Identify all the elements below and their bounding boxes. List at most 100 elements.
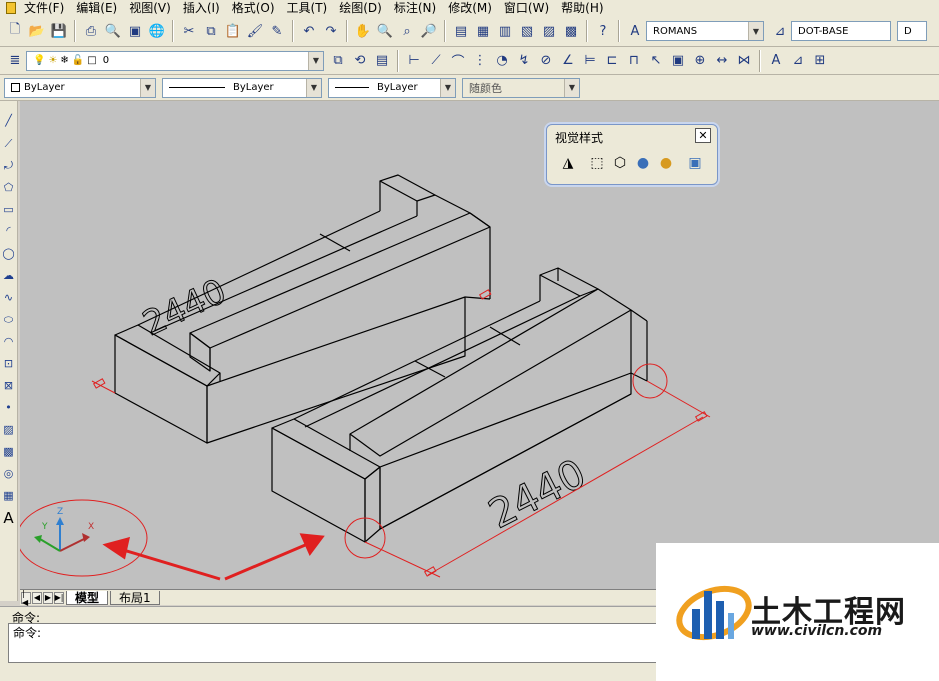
linetype-select[interactable]: ByLayer ▼ (162, 77, 322, 98)
baseline-dim-icon[interactable]: ⊏ (602, 51, 622, 71)
conceptual-icon[interactable]: ● (655, 152, 677, 174)
dimension-style-select[interactable]: DOT-BASE (791, 21, 891, 41)
construction-line-icon[interactable]: ⟋ (1, 136, 16, 151)
menu-insert[interactable]: 插入(I) (183, 0, 220, 16)
polygon-icon[interactable]: ⬠ (1, 180, 16, 195)
calculator-icon[interactable]: ▩ (561, 21, 581, 41)
markup-icon[interactable]: ▨ (539, 21, 559, 41)
ellipse-arc-icon[interactable]: ◠ (1, 334, 16, 349)
print-icon[interactable]: ⎙ (81, 21, 101, 41)
make-block-icon[interactable]: ⊠ (1, 378, 16, 393)
menu-modify[interactable]: 修改(M) (448, 0, 492, 16)
gradient-icon[interactable]: ▩ (1, 444, 16, 459)
last-tab-icon[interactable]: ▶| (54, 591, 64, 604)
layer-select[interactable]: 💡 ☀ ❄ 🔓 □ 0 ▼ (26, 50, 324, 71)
insert-block-icon[interactable]: ⊡ (1, 356, 16, 371)
tolerance-icon[interactable]: ▣ (668, 51, 688, 71)
realistic-icon[interactable]: ● (632, 152, 654, 174)
color-select[interactable]: ByLayer ▼ (4, 77, 156, 98)
pan-icon[interactable]: ✋ (353, 21, 373, 41)
table-style-select[interactable]: D (897, 21, 927, 41)
new-file-icon[interactable]: 🗋 (5, 21, 25, 41)
ordinate-dim-icon[interactable]: ⋮ (470, 51, 490, 71)
hatch-icon[interactable]: ▨ (1, 422, 16, 437)
zoom-realtime-icon[interactable]: 🔍 (375, 21, 395, 41)
menu-file[interactable]: 文件(F) (24, 0, 64, 16)
match-properties-icon[interactable]: 🖌 (245, 21, 265, 41)
arc-length-icon[interactable]: ⌒ (448, 51, 468, 71)
leader-icon[interactable]: ↖ (646, 51, 666, 71)
plot-style-select[interactable]: 随颜色 ▼ (462, 77, 580, 98)
copy-icon[interactable]: ⧉ (201, 21, 221, 41)
dim-update-icon[interactable]: A (766, 51, 786, 71)
radius-dim-icon[interactable]: ◔ (492, 51, 512, 71)
properties-icon[interactable]: ▤ (451, 21, 471, 41)
publish-icon[interactable]: ▣ (125, 21, 145, 41)
layer-states-icon[interactable]: ▤ (372, 51, 392, 71)
dim-text-edit-icon[interactable]: ⋈ (734, 51, 754, 71)
polyline-icon[interactable]: ⤾ (1, 158, 16, 173)
chevron-down-icon[interactable]: ▼ (440, 78, 455, 97)
make-current-layer-icon[interactable]: ⧉ (328, 51, 348, 71)
next-tab-icon[interactable]: ▶ (43, 591, 53, 604)
menu-edit[interactable]: 编辑(E) (76, 0, 117, 16)
layer-previous-icon[interactable]: ⟲ (350, 51, 370, 71)
tool-palettes-icon[interactable]: ▥ (495, 21, 515, 41)
chevron-down-icon[interactable]: ▼ (308, 51, 323, 70)
region-icon[interactable]: ◎ (1, 466, 16, 481)
linear-dim-icon[interactable]: ⊢ (404, 51, 424, 71)
tab-model[interactable]: 模型 (66, 590, 109, 605)
point-icon[interactable]: • (1, 400, 16, 415)
revision-cloud-icon[interactable]: ☁ (1, 268, 16, 283)
chevron-down-icon[interactable]: ▼ (564, 78, 579, 97)
3d-hidden-icon[interactable]: ⬡ (609, 152, 631, 174)
visual-styles-manager-icon[interactable]: ▣ (684, 152, 706, 174)
menu-tools[interactable]: 工具(T) (287, 0, 328, 16)
angular-dim-icon[interactable]: ∠ (558, 51, 578, 71)
print-preview-icon[interactable]: 🔍 (103, 21, 123, 41)
visual-styles-toolbar[interactable]: 视觉样式 ✕ ◮ ⬚ ⬡ ● ● ▣ (546, 124, 718, 185)
menu-window[interactable]: 窗口(W) (504, 0, 549, 16)
chevron-down-icon[interactable]: ▼ (140, 78, 155, 97)
2d-wireframe-icon[interactable]: ◮ (557, 152, 579, 174)
text-style-select[interactable]: ROMANS ▼ (646, 21, 764, 41)
sheet-set-icon[interactable]: ▧ (517, 21, 537, 41)
dim-style-control-icon[interactable]: ⊿ (788, 51, 808, 71)
circle-icon[interactable]: ◯ (1, 246, 16, 261)
ellipse-icon[interactable]: ⬭ (1, 312, 16, 327)
block-editor-icon[interactable]: ✎ (267, 21, 287, 41)
menu-view[interactable]: 视图(V) (129, 0, 171, 16)
design-center-icon[interactable]: ▦ (473, 21, 493, 41)
cut-icon[interactable]: ✂ (179, 21, 199, 41)
multiline-text-icon[interactable]: A (1, 509, 16, 527)
redo-icon[interactable]: ↷ (321, 21, 341, 41)
diameter-dim-icon[interactable]: ⊘ (536, 51, 556, 71)
table-icon[interactable]: ▦ (1, 488, 16, 503)
layer-manager-icon[interactable]: ≣ (5, 51, 25, 71)
zoom-window-icon[interactable]: ⌕ (397, 21, 417, 41)
help-icon[interactable]: ? (593, 21, 613, 41)
jogged-dim-icon[interactable]: ↯ (514, 51, 534, 71)
first-tab-icon[interactable]: |◀ (21, 589, 31, 607)
quick-dim-icon[interactable]: ⊨ (580, 51, 600, 71)
app-icon[interactable] (6, 2, 16, 14)
dim-override-icon[interactable]: ⊞ (810, 51, 830, 71)
text-style-icon[interactable]: A (625, 21, 645, 41)
prev-tab-icon[interactable]: ◀ (32, 591, 42, 604)
paste-icon[interactable]: 📋 (223, 21, 243, 41)
chevron-down-icon[interactable]: ▼ (748, 22, 763, 40)
menu-format[interactable]: 格式(O) (232, 0, 275, 16)
menu-help[interactable]: 帮助(H) (561, 0, 603, 16)
rectangle-icon[interactable]: ▭ (1, 202, 16, 217)
3d-wireframe-icon[interactable]: ⬚ (586, 152, 608, 174)
menu-draw[interactable]: 绘图(D) (339, 0, 382, 16)
dimension-style-icon[interactable]: ⊿ (770, 21, 790, 41)
center-mark-icon[interactable]: ⊕ (690, 51, 710, 71)
dim-edit-icon[interactable]: ↔ (712, 51, 732, 71)
tab-layout1[interactable]: 布局1 (110, 590, 160, 605)
drawing-area[interactable]: 2440 2440 Z X Y (20, 101, 939, 589)
close-icon[interactable]: ✕ (695, 128, 711, 143)
open-file-icon[interactable]: 📂 (27, 21, 47, 41)
arc-icon[interactable]: ◜ (1, 223, 16, 238)
undo-icon[interactable]: ↶ (299, 21, 319, 41)
